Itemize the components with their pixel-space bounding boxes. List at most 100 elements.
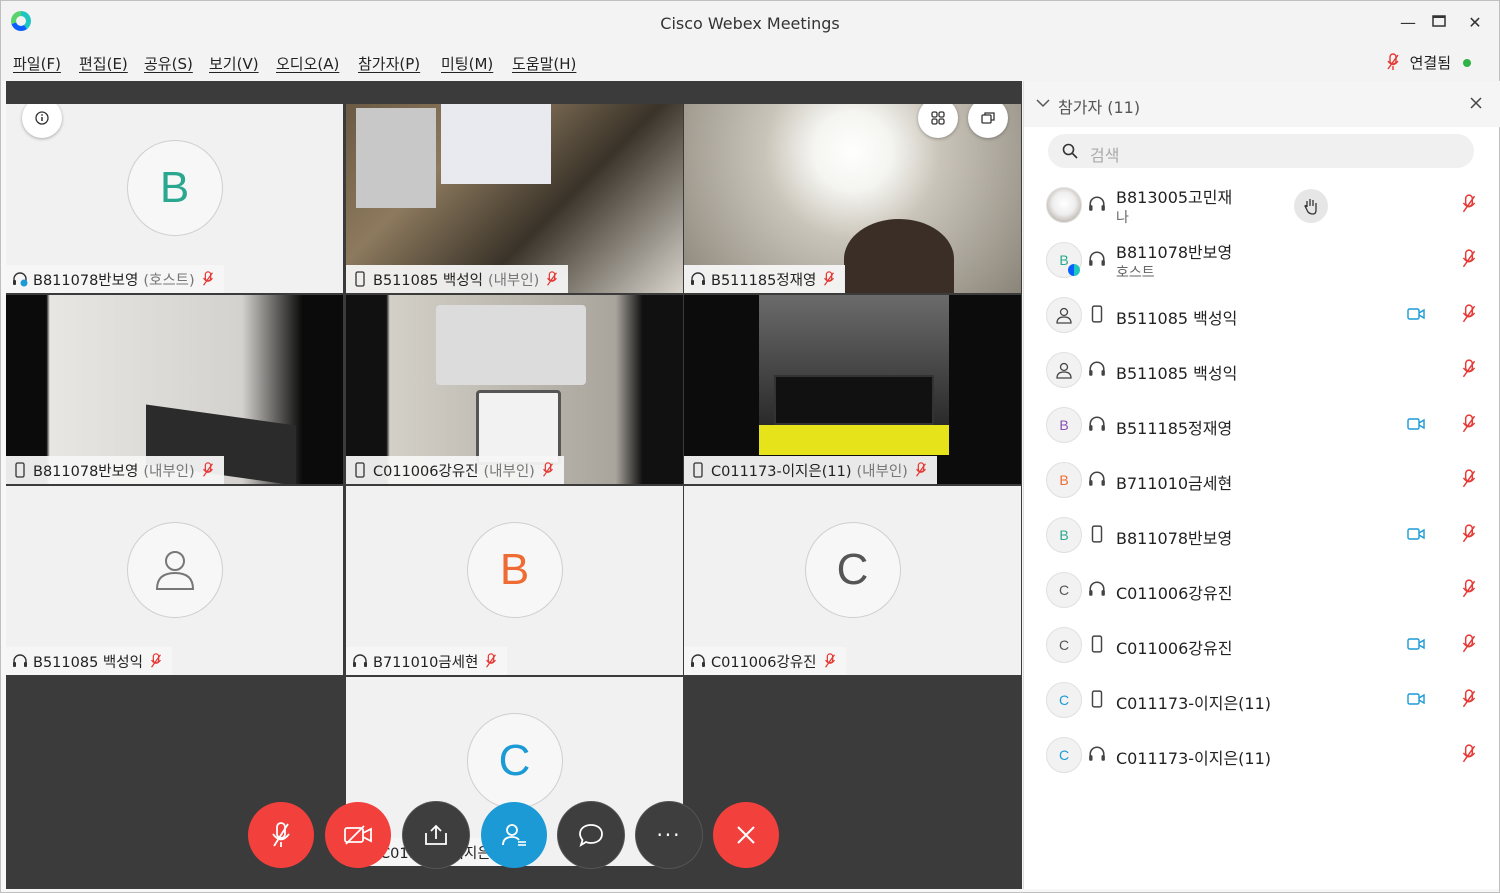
more-icon: ··· [656,823,682,847]
camera-feed-monitor [441,104,551,184]
participant-row[interactable]: C C011006강유진 [1024,617,1500,672]
participant-row[interactable]: C C011173-이지은(11) [1024,672,1500,727]
participant-avatar: C [466,713,563,809]
tile-role: (내부인) [856,463,908,480]
participant-row[interactable]: C C011006강유진 [1024,562,1500,617]
video-tile[interactable]: C C011006강유진 [684,486,1021,675]
participant-row[interactable]: B511085 백성익 [1024,287,1500,342]
menu-share[interactable]: 공유(S) [144,53,193,74]
participant-name: B511085 백성익 [1116,309,1238,328]
participant-row[interactable]: B B511185정재영 [1024,397,1500,452]
minimize-button[interactable]: — [1393,9,1423,37]
more-options-button[interactable]: ··· [636,802,702,868]
headset-icon [691,654,705,667]
menu-view[interactable]: 보기(V) [209,53,259,74]
stop-video-button[interactable] [325,802,391,868]
tile-name: B811078반보영 [33,272,139,289]
menu-help[interactable]: 도움말(H) [512,53,576,74]
muted-mic-icon [542,462,553,477]
video-tile[interactable]: B B811078반보영 (호스트) [6,104,343,293]
chat-button[interactable] [558,802,624,868]
video-tile[interactable]: B511085 백성익 (내부인) [346,104,683,293]
phone-icon [1091,635,1103,653]
close-panel-icon[interactable] [1470,97,1482,109]
menu-bar: 파일(F) 편집(E) 공유(S) 보기(V) 오디오(A) 참가자(P) 미팅… [1,45,1499,81]
host-headset-icon [13,272,28,287]
participant-row[interactable]: C C011173-이지은(11) [1024,727,1500,782]
participant-name: B813005고민재 [1116,188,1233,207]
participant-name: B511185정재영 [1116,419,1233,438]
participant-row[interactable]: B511085 백성익 [1024,342,1500,397]
phone-icon [693,462,703,478]
participant-row[interactable]: B B811078반보영 호스트 [1024,232,1500,287]
muted-mic-icon[interactable] [1461,194,1477,214]
headset-icon [1089,471,1105,486]
video-tile[interactable]: B811078반보영 (내부인) [6,295,343,484]
participant-name: B811078반보영 [1116,243,1233,262]
tile-name: B511085 백성익 [373,272,483,289]
muted-mic-icon [824,653,835,668]
muted-mic-icon[interactable] [1461,524,1477,544]
chevron-down-icon[interactable] [1036,98,1050,108]
raise-hand-button[interactable] [1294,189,1328,223]
muted-mic-icon[interactable] [1461,689,1477,709]
menu-file[interactable]: 파일(F) [13,53,61,74]
muted-mic-icon[interactable] [1461,304,1477,324]
muted-mic-icon[interactable] [1461,359,1477,379]
participant-name: C011173-이지은(11) [1116,749,1272,768]
menu-participant[interactable]: 참가자(P) [358,53,420,74]
menu-meeting[interactable]: 미팅(M) [441,53,493,74]
participant-name: C011006강유진 [1116,639,1233,658]
muted-mic-icon[interactable] [1461,469,1477,489]
muted-mic-icon [824,271,835,286]
meeting-info-button[interactable] [22,104,62,138]
search-placeholder: 검색 [1090,146,1120,165]
search-icon [1062,143,1078,159]
participant-sub: 나 [1116,210,1129,226]
video-tile[interactable]: B B711010금세현 [346,486,683,675]
muted-mic-icon[interactable] [1461,579,1477,599]
tile-nametag: B811078반보영 (호스트) [6,265,224,293]
participants-button[interactable] [481,802,547,868]
camera-feed-tablet [476,390,561,465]
maximize-button[interactable] [1424,9,1454,37]
participant-search[interactable]: 검색 [1048,134,1474,168]
participant-name: C011006강유진 [1116,584,1233,603]
headset-icon [13,654,27,667]
popout-icon [981,112,995,124]
close-window-button[interactable]: ✕ [1460,9,1490,37]
video-tile[interactable]: B511085 백성익 [6,486,343,675]
share-content-button[interactable] [403,802,469,868]
participants-panel: 참가자 (11) 검색 B813005고민재 나 B B811078반보영 호스… [1023,81,1500,889]
video-tile[interactable]: C011006강유진 (내부인) [346,295,683,484]
connection-dot-icon [1463,59,1471,67]
participant-row[interactable]: B813005고민재 나 [1024,177,1500,232]
video-tile[interactable]: B511185정재영 [684,104,1021,293]
participant-avatar: B [126,140,223,236]
grid-layout-button[interactable] [918,104,958,138]
participant-row[interactable]: B B711010금세현 [1024,452,1500,507]
phone-icon [1091,305,1103,323]
participant-avatar: B [466,522,563,618]
menu-edit[interactable]: 편집(E) [79,53,128,74]
share-icon [425,824,447,845]
muted-mic-icon[interactable] [1461,744,1477,764]
tile-nametag: B511085 백성익 [6,647,172,675]
muted-mic-icon[interactable] [1461,249,1477,269]
tile-name: C011006강유진 [373,463,479,480]
menu-audio[interactable]: 오디오(A) [276,53,339,74]
participant-photo [1046,187,1082,223]
muted-mic-icon[interactable] [1461,634,1477,654]
person-icon [1056,307,1072,324]
participant-avatar: C [1046,627,1082,663]
close-icon [737,826,755,844]
muted-mic-icon [486,653,497,668]
mute-button[interactable] [248,802,314,868]
leave-meeting-button[interactable] [713,802,779,868]
headset-icon [1089,581,1105,596]
muted-mic-icon[interactable] [1461,414,1477,434]
tile-name: B511185정재영 [711,272,817,289]
popout-button[interactable] [968,104,1008,138]
video-tile[interactable]: C011173-이지은(11) (내부인) [684,295,1021,484]
participant-row[interactable]: B B811078반보영 [1024,507,1500,562]
